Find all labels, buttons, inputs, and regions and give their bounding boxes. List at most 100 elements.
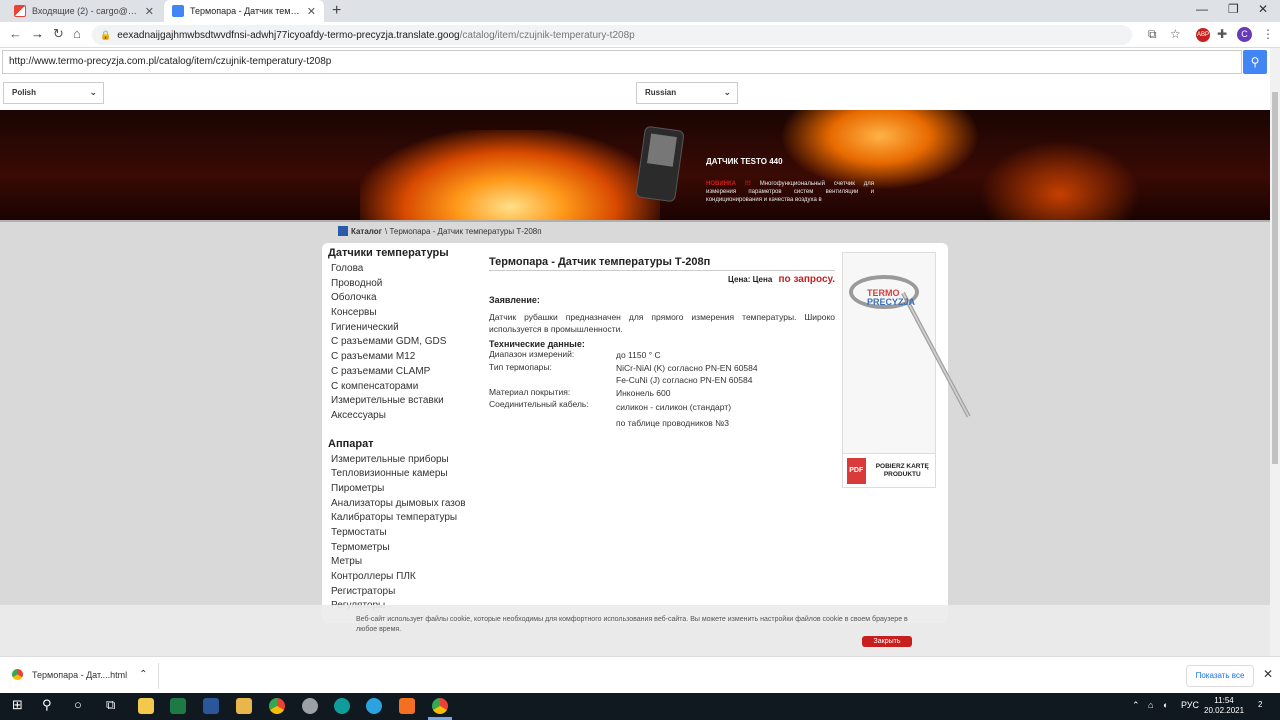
input-language[interactable]: РУС xyxy=(1181,700,1199,710)
window-close-icon[interactable]: ✕ xyxy=(1258,2,1268,16)
cookie-banner: Веб-сайт использует файлы cookie, которы… xyxy=(0,605,1270,656)
menu-icon[interactable]: ⋮ xyxy=(1262,27,1274,41)
browser-toolbar: ← → ↻ ⌂ 🔒 eexadnaijgajhmwbsdtwvdfnsi-adw… xyxy=(0,22,1280,48)
bookmark-star-icon[interactable]: ☆ xyxy=(1170,27,1181,41)
cortana-icon[interactable]: ○ xyxy=(74,697,82,712)
translate-icon xyxy=(172,5,184,17)
excel-icon[interactable] xyxy=(170,698,186,714)
word-icon[interactable] xyxy=(203,698,219,714)
tab-strip: Входящие (2) - cargo@elitegas.c ✕ Термоп… xyxy=(0,0,1280,22)
search-button[interactable]: ⚲ xyxy=(1243,50,1267,74)
vertical-scrollbar[interactable] xyxy=(1270,48,1280,656)
network-icon[interactable]: ⌂ xyxy=(1148,700,1153,710)
new-tab-button[interactable]: + xyxy=(332,2,341,20)
notifications-icon[interactable]: 2 xyxy=(1258,700,1262,709)
sidebar-item[interactable]: Консервы xyxy=(328,306,478,321)
search-icon: ⚲ xyxy=(1250,55,1260,69)
search-icon[interactable]: ⚲ xyxy=(42,697,52,713)
task-view-icon[interactable]: ⧉ xyxy=(106,697,115,713)
testo-device-image xyxy=(635,125,685,203)
forward-icon[interactable]: → xyxy=(31,26,44,41)
telegram-icon[interactable] xyxy=(366,698,382,714)
statement-heading: Заявление: xyxy=(489,295,540,305)
sidebar-item[interactable]: Измерительные приборы xyxy=(328,453,478,468)
cookie-close-button[interactable]: Закрыть xyxy=(862,636,912,647)
tab-thermocouple[interactable]: Термопара - Датчик температуры ✕ xyxy=(164,0,324,22)
volume-icon[interactable]: ◐ xyxy=(1163,700,1168,710)
tab-gmail[interactable]: Входящие (2) - cargo@elitegas.c ✕ xyxy=(6,0,162,22)
spec-row: Тип термопары: NiCr-NiAl (K) согласно PN… xyxy=(489,362,835,387)
product-title: Термопара - Датчик температуры Т-208п xyxy=(489,256,835,271)
spec-key: Соединительный кабель: xyxy=(489,399,589,409)
tray-chevron-up-icon[interactable]: ⌃ xyxy=(1132,700,1140,711)
banner-new-label: НОВИНКА !!! xyxy=(706,181,751,187)
chrome-active-icon[interactable] xyxy=(432,698,448,714)
sidebar-item[interactable]: С разъемами GDM, GDS xyxy=(328,335,478,350)
close-icon[interactable]: ✕ xyxy=(307,5,316,18)
spec-value-line: NiCr-NiAl (K) согласно PN-EN 60584 xyxy=(616,362,758,373)
banner-title: ДАТЧИК TESTO 440 xyxy=(706,157,783,166)
tab-title: Термопара - Датчик температуры xyxy=(190,6,301,16)
app-icon[interactable] xyxy=(302,698,318,714)
sidebar-item[interactable]: Термометры xyxy=(328,541,478,556)
hero-banner[interactable]: ДАТЧИК TESTO 440 НОВИНКА !!! Многофункци… xyxy=(0,110,1270,222)
sidebar-item[interactable]: Гигиенический xyxy=(328,321,478,336)
extension-icon[interactable]: ABP xyxy=(1196,28,1210,42)
scrollbar-thumb[interactable] xyxy=(1272,92,1278,464)
spec-value: Инконель 600 xyxy=(616,387,671,398)
chevron-up-icon[interactable]: ⌃ xyxy=(139,669,147,680)
sidebar-item[interactable]: Термостаты xyxy=(328,526,478,541)
system-clock[interactable]: 11:54 20.02.2021 xyxy=(1204,696,1244,716)
close-shelf-icon[interactable]: ✕ xyxy=(1263,667,1273,681)
sidebar-item[interactable]: Метры xyxy=(328,555,478,570)
product-image[interactable]: TERMO PRECYZJA xyxy=(843,253,971,453)
start-icon[interactable]: ⊞ xyxy=(12,697,23,713)
restore-icon[interactable]: ❐ xyxy=(1228,2,1239,16)
sidebar-item[interactable]: С компенсаторами xyxy=(328,380,478,395)
folder-icon[interactable] xyxy=(236,698,252,714)
windows-taskbar: ⊞ ⚲ ○ ⧉ ⌃ ⌂ ◐ РУС 11:54 20.02.2021 2 xyxy=(0,693,1280,720)
address-bar[interactable]: 🔒 eexadnaijgajhmwbsdtwvdfnsi-adwhj77icyo… xyxy=(92,25,1132,45)
back-icon[interactable]: ← xyxy=(9,26,22,41)
sidebar-item[interactable]: Регистраторы xyxy=(328,585,478,600)
profile-avatar[interactable]: C xyxy=(1237,27,1252,42)
tech-data-heading: Технические данные: xyxy=(489,339,585,349)
sidebar-item[interactable]: Контроллеры ПЛК xyxy=(328,570,478,585)
reload-icon[interactable]: ↻ xyxy=(53,26,64,42)
file-explorer-icon[interactable] xyxy=(138,698,154,714)
app-icon[interactable] xyxy=(399,698,415,714)
sidebar-item[interactable]: Аксессуары xyxy=(328,409,478,424)
spec-row: Диапазон измерений: до 1150 ° C xyxy=(489,349,835,362)
sidebar-item[interactable]: Тепловизионные камеры xyxy=(328,467,478,482)
product-image-box[interactable]: TERMO PRECYZJA PDF POBIERZ KARTĘ PRODUKT… xyxy=(842,252,971,488)
sidebar-item[interactable]: Оболочка xyxy=(328,291,478,306)
sidebar-item[interactable]: Калибраторы температуры xyxy=(328,511,478,526)
sidebar-heading-sensors: Датчики температуры xyxy=(328,247,449,259)
show-all-downloads-button[interactable]: Показать все xyxy=(1186,665,1254,687)
minimize-icon[interactable]: — xyxy=(1196,2,1208,16)
clock-time: 11:54 xyxy=(1214,696,1234,705)
translate-page-icon[interactable]: ⧉ xyxy=(1148,27,1157,42)
translate-url-input[interactable]: http://www.termo-precyzja.com.pl/catalog… xyxy=(2,50,1242,74)
extensions-puzzle-icon[interactable]: ✚ xyxy=(1217,27,1227,41)
sidebar-heading-devices: Аппарат xyxy=(328,437,374,450)
sidebar-item[interactable]: Измерительные вставки xyxy=(328,394,478,409)
sidebar-item[interactable]: Голова xyxy=(328,262,478,277)
target-language-select[interactable]: Russian ⌄ xyxy=(636,82,738,104)
close-icon[interactable]: ✕ xyxy=(145,5,154,18)
sidebar-item[interactable]: С разъемами CLAMP xyxy=(328,365,478,380)
sidebar-item[interactable]: Проводной xyxy=(328,277,478,292)
breadcrumb-catalog-link[interactable]: Каталог xyxy=(351,227,382,236)
source-language-select[interactable]: Polish ⌄ xyxy=(3,82,104,104)
download-card-link[interactable]: PDF POBIERZ KARTĘ PRODUKTU xyxy=(843,453,935,487)
chevron-down-icon: ⌄ xyxy=(89,87,97,97)
price-row: Цена: Цена по запросу. xyxy=(489,274,835,285)
chrome-icon[interactable] xyxy=(269,698,285,714)
sidebar-item[interactable]: Анализаторы дымовых газов xyxy=(328,497,478,512)
sidebar-item[interactable]: Пирометры xyxy=(328,482,478,497)
target-language-value: Russian xyxy=(645,88,677,97)
edge-icon[interactable] xyxy=(334,698,350,714)
home-icon[interactable]: ⌂ xyxy=(73,26,81,41)
sidebar-item[interactable]: С разъемами M12 xyxy=(328,350,478,365)
download-item[interactable]: Термопара - Дат....html ⌃ xyxy=(12,669,148,680)
